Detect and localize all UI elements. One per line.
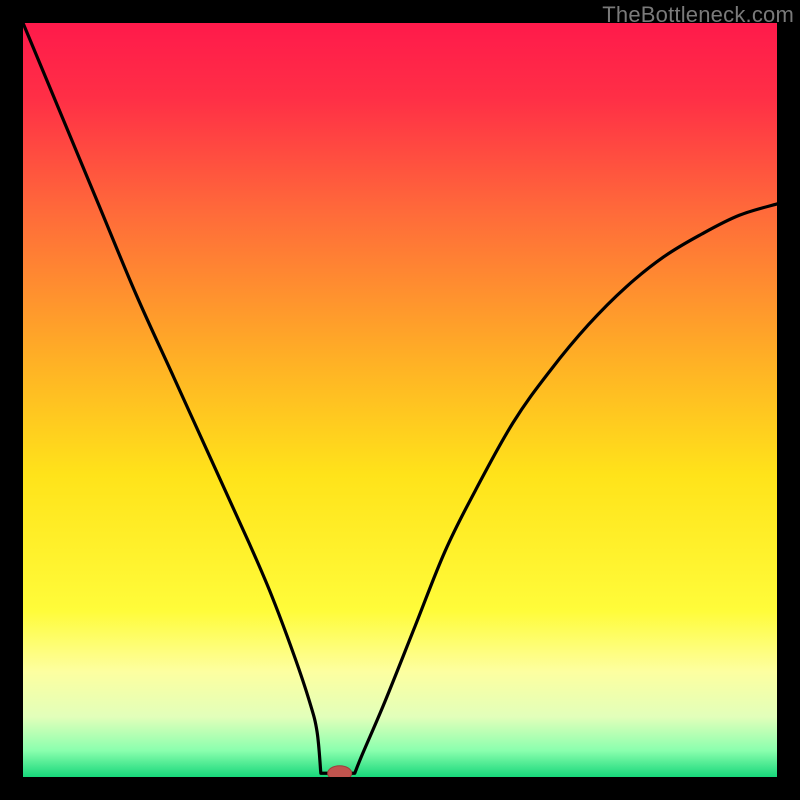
bottleneck-chart (23, 23, 777, 777)
chart-frame (23, 23, 777, 777)
optimum-marker (328, 766, 352, 777)
watermark-text: TheBottleneck.com (602, 2, 794, 28)
